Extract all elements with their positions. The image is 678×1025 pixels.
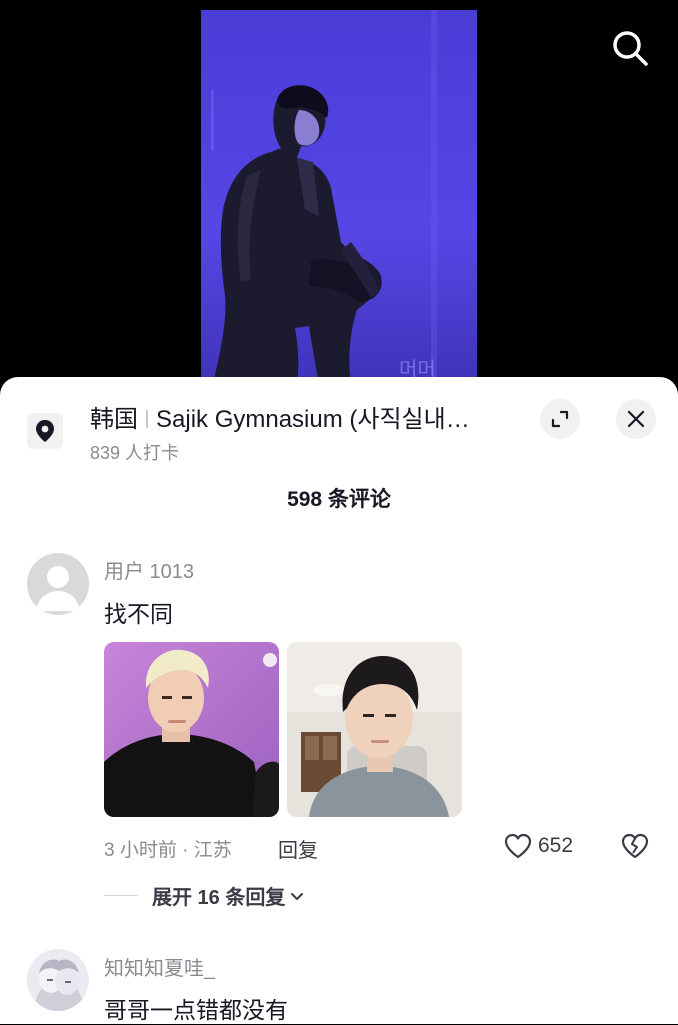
chevron-down-icon	[291, 892, 304, 900]
comment-image-1[interactable]	[104, 642, 279, 817]
close-icon	[627, 410, 645, 428]
expand-button[interactable]	[540, 399, 580, 439]
location-pin-icon	[27, 413, 63, 449]
comment-text: 哥哥一点错都没有	[104, 997, 288, 1023]
broken-heart-icon	[621, 833, 649, 859]
reply-button[interactable]: 回复	[278, 834, 318, 863]
avatar[interactable]	[27, 949, 89, 1011]
expand-replies-button[interactable]: 展开 16 条回复	[104, 881, 305, 910]
comment-time-location: 3 小时前 · 江苏	[104, 840, 232, 861]
expand-icon	[551, 410, 569, 428]
video-player[interactable]: 머머	[0, 0, 678, 400]
video-frame[interactable]: 머머	[201, 10, 477, 384]
location-title[interactable]: 韩国 Sajik Gymnasium (사직실내…	[90, 399, 510, 434]
location-divider	[146, 410, 148, 428]
comment-image-2[interactable]	[287, 642, 462, 817]
comment-count: 598 条评论	[287, 488, 391, 511]
heart-icon	[504, 833, 532, 859]
comment-username[interactable]: 用户 1013	[104, 555, 194, 584]
user-avatar-image	[27, 949, 89, 1011]
comment-text: 找不同	[104, 601, 173, 627]
comment-username[interactable]: 知知知夏哇_	[104, 952, 215, 981]
search-icon	[613, 31, 648, 66]
checkin-count: 839 人打卡	[90, 443, 180, 463]
location-venue: Sajik Gymnasium (사직실내…	[156, 406, 470, 433]
performer-image: 머머	[201, 10, 477, 384]
location-country: 韩国	[90, 406, 138, 433]
dislike-button[interactable]	[620, 832, 650, 862]
divider-line	[104, 895, 138, 896]
close-button[interactable]	[616, 399, 656, 439]
like-button[interactable]: 652	[504, 831, 573, 861]
default-avatar-icon	[27, 553, 89, 615]
search-button[interactable]	[606, 24, 654, 72]
like-count: 652	[538, 834, 574, 857]
avatar[interactable]	[27, 553, 89, 615]
comments-sheet: 韩国 Sajik Gymnasium (사직실내… 839 人打卡 598 条评论…	[0, 377, 678, 1024]
expand-replies-label: 展开 16 条回复	[152, 887, 286, 909]
